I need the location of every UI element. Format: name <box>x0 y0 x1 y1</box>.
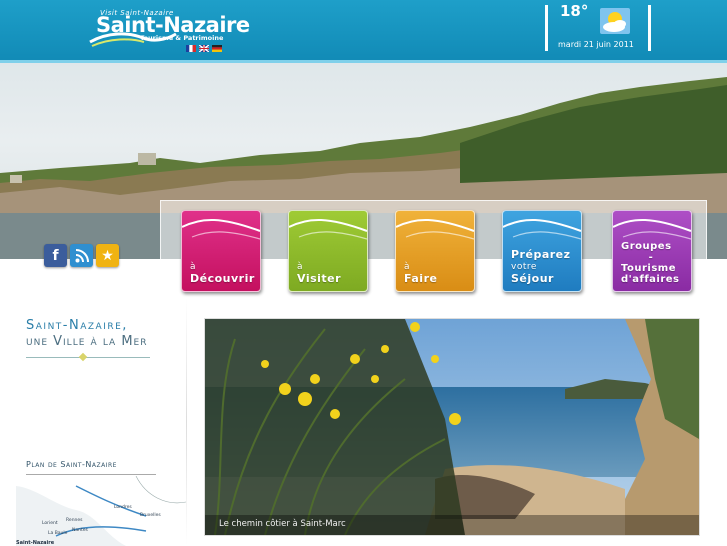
temperature: 18° <box>560 2 589 20</box>
map-label-londres: Londres <box>114 504 132 510</box>
current-date: mardi 21 juin 2011 <box>558 40 634 49</box>
plan-title[interactable]: Plan de Saint-Nazaire <box>26 460 117 469</box>
map-label-nantes: Nantes <box>72 527 89 533</box>
language-switcher <box>186 45 222 52</box>
facebook-icon[interactable]: f <box>44 244 67 267</box>
nav-tile-line2: - <box>648 252 654 263</box>
sidebar-title-line2: une Ville à la Mer <box>26 334 148 349</box>
sidebar-title-line1: Saint-Nazaire, <box>26 318 128 333</box>
map-label-rennes: Rennes <box>66 517 83 523</box>
nav-tile-label: Faire <box>404 272 438 285</box>
sidebar-divider <box>26 357 150 358</box>
nav-tile-groupes[interactable]: Groupes - Tourisme d'affaires <box>612 210 692 292</box>
rss-icon[interactable] <box>70 244 93 267</box>
nav-tile-faire[interactable]: à Faire <box>395 210 475 292</box>
flag-uk-icon[interactable] <box>199 45 209 52</box>
map-label-saint-nazaire: Saint-Nazaire <box>16 540 55 546</box>
wave-icon <box>289 219 367 240</box>
wave-icon <box>503 219 581 240</box>
plan-divider <box>26 474 156 475</box>
sidebar-diamond-icon <box>78 352 88 362</box>
regional-map[interactable]: Lorient Rennes Nantes La Baule Londres B… <box>16 476 186 546</box>
nav-tile-label: Séjour <box>511 272 554 285</box>
rss-glyph-icon <box>75 248 89 262</box>
sun-cloud-icon <box>600 8 630 34</box>
wave-icon <box>182 219 260 240</box>
featured-photo: Le chemin côtier à Saint-Marc <box>204 318 700 536</box>
map-label-lorient: Lorient <box>42 520 58 526</box>
nav-tile-decouvrir[interactable]: à Découvrir <box>181 210 261 292</box>
nav-tile-label: Découvrir <box>190 272 255 285</box>
column-divider <box>186 298 187 545</box>
site-header: Visit Saint-Nazaire Saint-Nazaire Touris… <box>0 0 727 62</box>
weather-widget: 18° mardi 21 juin 2011 <box>545 2 651 51</box>
flag-de-icon[interactable] <box>212 45 222 52</box>
nav-tile-sejour[interactable]: Préparez votre Séjour <box>502 210 582 292</box>
nav-tile-label: d'affaires <box>621 274 680 285</box>
logo-subtitle: Tourisme & Patrimoine <box>140 34 224 42</box>
social-links: f ★ <box>44 244 119 267</box>
coastal-path-photo <box>205 319 699 535</box>
nav-tile-label: Visiter <box>297 272 342 285</box>
photo-caption-bar: Le chemin côtier à Saint-Marc <box>205 515 699 535</box>
nav-tile-line1: Préparez <box>511 248 571 261</box>
map-label-bruxelles: Bruxelles <box>140 512 161 518</box>
nav-tile-line3: Tourisme <box>621 263 676 274</box>
nav-tile-visiter[interactable]: à Visiter <box>288 210 368 292</box>
nav-tile-line1: Groupes <box>621 241 672 252</box>
map-label-labaule: La Baule <box>48 530 68 536</box>
flag-fr-icon[interactable] <box>186 45 196 52</box>
photo-caption: Le chemin côtier à Saint-Marc <box>219 519 346 529</box>
wave-icon <box>396 219 474 240</box>
favorite-star-icon[interactable]: ★ <box>96 244 119 267</box>
